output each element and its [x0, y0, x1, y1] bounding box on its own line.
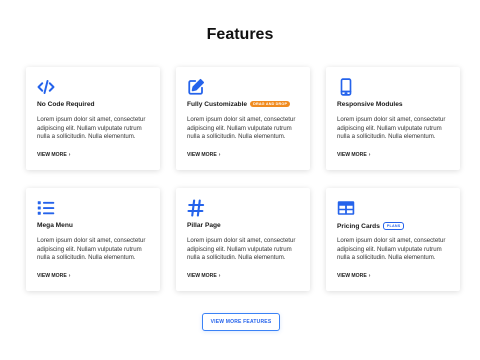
feature-card-pillar-page: Pillar Page Lorem ipsum dolor sit amet, … — [176, 188, 310, 291]
card-title: Responsive Modules — [337, 101, 403, 108]
card-title: No Code Required — [37, 101, 95, 108]
view-more-features-button[interactable]: VIEW MORE FEATURES — [202, 313, 280, 331]
mobile-icon — [337, 78, 355, 96]
feature-card-no-code: No Code Required Lorem ipsum dolor sit a… — [26, 67, 160, 170]
table-icon — [337, 199, 355, 217]
view-more-link[interactable]: VIEW MORE › — [337, 273, 370, 279]
plans-badge: PLANS — [382, 222, 405, 230]
edit-icon — [187, 78, 205, 96]
chevron-right-icon: › — [218, 152, 221, 158]
chevron-right-icon: › — [218, 273, 221, 279]
feature-card-mega-menu: Mega Menu Lorem ipsum dolor sit amet, co… — [26, 188, 160, 291]
card-title: Pricing Cards PLANS — [337, 222, 405, 230]
card-title: Mega Menu — [37, 222, 73, 229]
code-icon — [37, 78, 55, 96]
card-title: Pillar Page — [187, 222, 221, 229]
view-more-link[interactable]: VIEW MORE › — [187, 152, 220, 158]
chevron-right-icon: › — [368, 273, 371, 279]
chevron-right-icon: › — [368, 152, 371, 158]
card-description: Lorem ipsum dolor sit amet, consectetur … — [337, 116, 446, 141]
card-description: Lorem ipsum dolor sit amet, consectetur … — [187, 116, 296, 141]
drag-and-drop-badge: DRAG AND DROP — [250, 101, 291, 107]
card-title: Fully Customizable DRAG AND DROP — [187, 101, 291, 108]
card-description: Lorem ipsum dolor sit amet, consectetur … — [37, 116, 146, 141]
feature-card-responsive: Responsive Modules Lorem ipsum dolor sit… — [326, 67, 460, 170]
view-more-link[interactable]: VIEW MORE › — [37, 152, 70, 158]
card-description: Lorem ipsum dolor sit amet, consectetur … — [37, 237, 146, 262]
hashtag-icon — [187, 199, 205, 217]
card-description: Lorem ipsum dolor sit amet, consectetur … — [337, 237, 446, 262]
view-more-link[interactable]: VIEW MORE › — [187, 273, 220, 279]
feature-card-customizable: Fully Customizable DRAG AND DROP Lorem ip… — [176, 67, 310, 170]
view-more-link[interactable]: VIEW MORE › — [337, 152, 370, 158]
chevron-right-icon: › — [68, 152, 71, 158]
chevron-right-icon: › — [68, 273, 71, 279]
card-description: Lorem ipsum dolor sit amet, consectetur … — [187, 237, 296, 262]
page-title: Features — [206, 26, 274, 43]
feature-card-pricing: Pricing Cards PLANS Lorem ipsum dolor sit… — [326, 188, 460, 291]
list-icon — [37, 199, 55, 217]
view-more-link[interactable]: VIEW MORE › — [37, 273, 70, 279]
